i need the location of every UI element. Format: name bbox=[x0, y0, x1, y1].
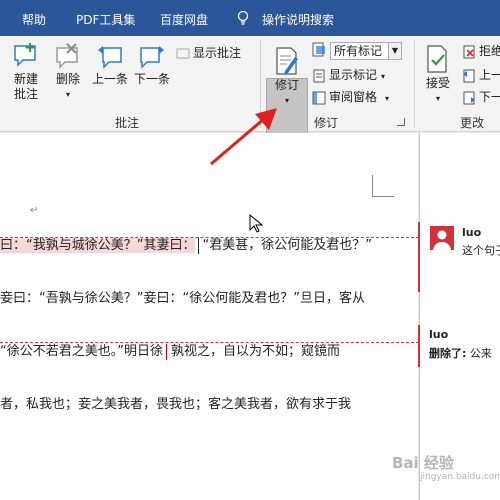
lightbulb-icon bbox=[237, 10, 249, 25]
tab-pdf-tools[interactable]: PDF工具集 bbox=[76, 11, 135, 28]
prev-change-button[interactable]: 上一 bbox=[462, 66, 500, 84]
deleted-text: 公来 bbox=[469, 347, 492, 360]
deletion-label: 删除了: bbox=[429, 347, 467, 360]
show-markup-icon bbox=[313, 69, 325, 82]
watermark-url: jingyan.baidu.com bbox=[420, 472, 500, 482]
mouse-pointer-icon bbox=[249, 214, 263, 233]
tracking-group-label: 修订 bbox=[314, 116, 339, 130]
markup-select-value: 所有标记 bbox=[334, 44, 383, 58]
document-page[interactable] bbox=[0, 133, 418, 500]
accept-label: 接受 bbox=[425, 76, 450, 90]
accept-icon bbox=[427, 45, 447, 73]
changes-group-label: 更改 bbox=[460, 116, 485, 130]
review-pane-button[interactable]: 审阅窗格 ▾ bbox=[312, 88, 389, 106]
tell-me-search[interactable]: 操作说明搜索 bbox=[262, 11, 334, 28]
show-markup-label: 显示标记 bbox=[329, 68, 378, 82]
prev-change-label: 上一 bbox=[479, 68, 500, 82]
chevron-down-icon[interactable]: ▼ bbox=[388, 43, 401, 59]
next-label: 下一条 bbox=[133, 72, 170, 86]
markup-pane bbox=[419, 133, 500, 500]
tracking-dialog-launcher[interactable] bbox=[397, 118, 405, 126]
markup-icon bbox=[312, 42, 325, 57]
tab-help[interactable]: 帮助 bbox=[22, 11, 46, 28]
show-comments-icon bbox=[176, 48, 190, 58]
doc-line-1-rest: “君美甚，徐公何能及君也？” bbox=[202, 238, 372, 253]
group-separator bbox=[414, 40, 415, 128]
next-change-label: 下一 bbox=[479, 90, 500, 104]
comment-balloon-bar bbox=[418, 222, 420, 292]
prev-label: 上一条 bbox=[91, 72, 128, 86]
delete-comment-button[interactable]: 删除 ▾ bbox=[52, 42, 84, 102]
tab-baidu-netdisk[interactable]: 百度网盘 bbox=[160, 11, 208, 28]
next-comment-icon bbox=[140, 46, 164, 69]
show-comments-button[interactable]: 显示批注 bbox=[176, 44, 241, 62]
review-pane-icon bbox=[312, 91, 326, 104]
deletion-marker bbox=[165, 343, 167, 360]
track-changes-label: 修订 bbox=[274, 78, 299, 92]
deletion-connector-line bbox=[0, 342, 419, 343]
show-comments-label: 显示批注 bbox=[193, 46, 242, 60]
new-comment-icon bbox=[14, 43, 36, 67]
track-changes-icon bbox=[276, 47, 298, 75]
doc-line-3-b: 孰视之，自以为不如；窥镜而 bbox=[170, 344, 340, 359]
doc-line-4[interactable]: 者，私我也；妾之美我者，畏我也；客之美我者，欲有求于我 bbox=[0, 396, 351, 414]
reject-button[interactable]: 拒绝 bbox=[462, 42, 500, 60]
avatar bbox=[430, 226, 454, 250]
comments-group-label: 批注 bbox=[115, 116, 140, 130]
comment-author: luo bbox=[462, 226, 482, 239]
comment-text[interactable]: 这个句子 bbox=[462, 242, 500, 258]
paragraph-mark: ↵ bbox=[30, 205, 39, 216]
prev-change-icon bbox=[463, 69, 475, 82]
track-changes-content[interactable]: 修订 ▾ bbox=[266, 46, 308, 108]
doc-line-1[interactable]: 曰：“我孰与城徐公美？”其妻曰： “君美甚，徐公何能及君也？” bbox=[0, 237, 372, 255]
accept-button[interactable]: 接受 ▾ bbox=[420, 44, 456, 106]
deletion-balloon-text: 删除了: 公来 bbox=[429, 345, 492, 361]
watermark-logo: Bai 经验 bbox=[392, 454, 454, 472]
deletion-balloon-bar bbox=[418, 325, 420, 367]
review-pane-label: 审阅窗格 bbox=[329, 90, 378, 104]
commented-text[interactable]: 曰：“我孰与城徐公美？”其妻曰： bbox=[0, 238, 196, 253]
deletion-author: luo bbox=[429, 328, 449, 341]
reject-label: 拒绝 bbox=[479, 44, 500, 58]
new-comment-button[interactable]: 新建 批注 bbox=[8, 42, 44, 102]
next-change-button[interactable]: 下一 bbox=[462, 88, 500, 106]
doc-line-2[interactable]: 妾曰：“吾孰与徐公美？”妾曰：“徐公何能及君也？”旦日，客从 bbox=[0, 290, 365, 308]
next-change-icon bbox=[463, 91, 475, 104]
doc-line-3[interactable]: “徐公不若君之美也。”明日徐 孰视之，自以为不如；窥镜而 bbox=[0, 343, 340, 361]
delete-label: 删除 bbox=[55, 72, 80, 86]
new-comment-label-2: 批注 bbox=[13, 87, 38, 101]
margin-corner-mark bbox=[372, 175, 394, 197]
ribbon-tab-bar: 帮助 PDF工具集 百度网盘 操作说明搜索 bbox=[0, 0, 500, 36]
delete-dropdown-arrow[interactable]: ▾ bbox=[52, 87, 84, 102]
show-markup-button[interactable]: 显示标记 ▾ bbox=[312, 66, 385, 84]
new-comment-label-1: 新建 bbox=[13, 72, 38, 86]
reject-icon bbox=[463, 45, 475, 58]
comment-anchor-caret bbox=[198, 237, 200, 254]
red-arrow-annotation bbox=[210, 108, 277, 166]
delete-comment-icon bbox=[56, 43, 78, 69]
markup-select[interactable]: 所有标记 ▼ bbox=[330, 42, 402, 60]
next-comment-button[interactable]: 下一条 bbox=[132, 42, 172, 87]
prev-comment-icon bbox=[98, 46, 122, 69]
accept-dropdown-arrow[interactable]: ▾ bbox=[420, 91, 456, 106]
comment-connector-line bbox=[0, 237, 419, 238]
prev-comment-button[interactable]: 上一条 bbox=[90, 42, 130, 87]
doc-line-3-a: “徐公不若君之美也。”明日徐 bbox=[0, 344, 163, 359]
